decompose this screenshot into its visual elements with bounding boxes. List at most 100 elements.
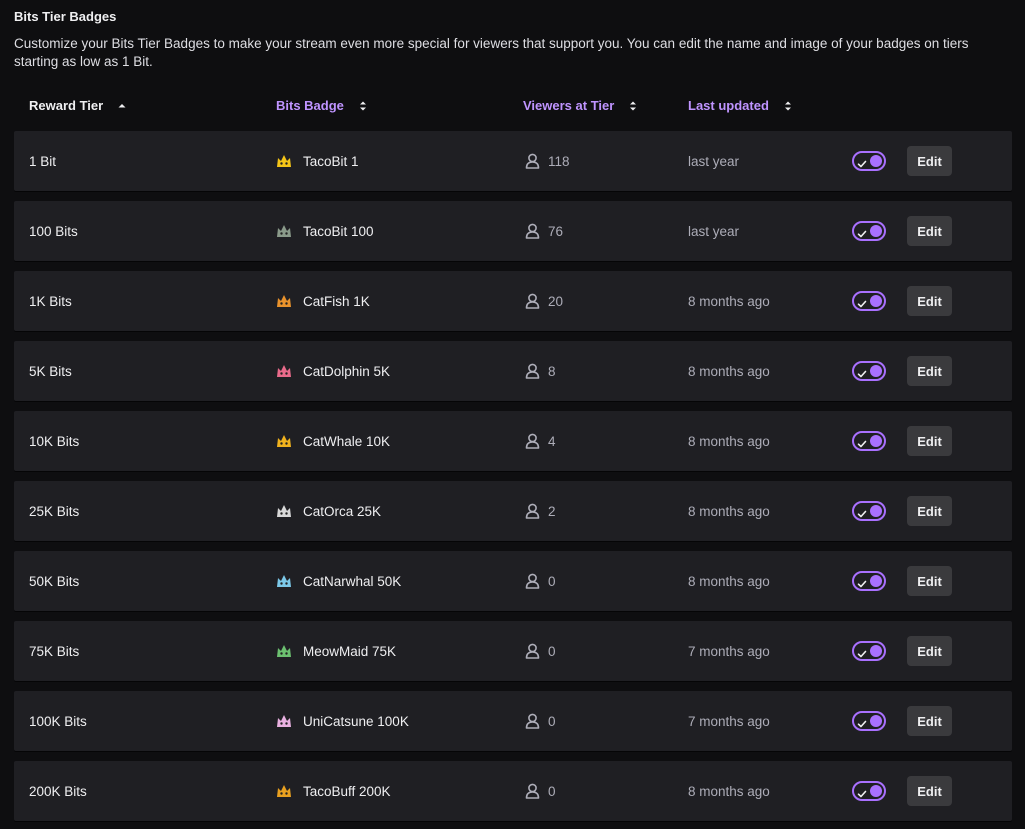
viewer-count: 8 [548,363,556,379]
edit-button[interactable]: Edit [907,146,952,176]
toggle-knob [870,715,882,727]
last-updated-cell: 7 months ago [688,713,770,729]
cat-dolphin-badge-icon [275,362,293,380]
column-header-last-updated[interactable]: Last updated [688,98,793,113]
reward-tier-cell: 5K Bits [29,363,72,379]
badge-enabled-toggle[interactable] [852,151,886,171]
last-updated-cell: 8 months ago [688,783,770,799]
viewer-count: 0 [548,643,556,659]
edit-button[interactable]: Edit [907,216,952,246]
bits-badge-cell: MeowMaid 75K [275,621,396,681]
last-updated-cell: 7 months ago [688,643,770,659]
badge-name: CatOrca 25K [303,503,382,519]
badge-name: TacoBuff 200K [303,783,391,799]
edit-button[interactable]: Edit [907,776,952,806]
table-row: 75K Bits MeowMaid 75K 0 7 months ago Edi… [14,621,1012,681]
toggle-knob [870,225,882,237]
table-row: 100 Bits TacoBit 100 76 last year Edit [14,201,1012,261]
badge-name: CatNarwhal 50K [303,573,402,589]
badge-enabled-toggle[interactable] [852,501,886,521]
toggle-knob [870,575,882,587]
reward-tier-cell: 75K Bits [29,643,80,659]
table-row: 10K Bits CatWhale 10K 4 8 months ago Edi… [14,411,1012,471]
column-label-viewers-at-tier: Viewers at Tier [523,98,615,113]
user-icon [525,573,540,589]
badge-name: TacoBit 100 [303,223,374,239]
reward-tier-cell: 1K Bits [29,293,72,309]
badge-enabled-toggle[interactable] [852,221,886,241]
last-updated-cell: last year [688,223,740,239]
column-label-bits-badge: Bits Badge [276,98,344,113]
viewers-cell: 118 [525,131,570,191]
edit-button[interactable]: Edit [907,566,952,596]
column-header-reward-tier[interactable]: Reward Tier [29,98,127,113]
viewers-cell: 20 [525,271,563,331]
sort-ascending-icon [117,99,127,113]
badge-name: MeowMaid 75K [303,643,397,659]
reward-tier-cell: 100 Bits [29,223,78,239]
checkmark-icon [857,576,867,588]
bits-badge-cell: TacoBit 1 [275,131,359,191]
edit-button[interactable]: Edit [907,426,952,456]
toggle-knob [870,785,882,797]
bits-badge-cell: CatNarwhal 50K [275,551,401,611]
viewers-cell: 0 [525,621,556,681]
unicatsune-badge-icon [275,712,293,730]
edit-button[interactable]: Edit [907,496,952,526]
sort-icon [358,99,368,113]
badge-name: CatDolphin 5K [303,363,391,379]
badge-enabled-toggle[interactable] [852,361,886,381]
bits-badge-cell: CatFish 1K [275,271,370,331]
last-updated-cell: 8 months ago [688,503,770,519]
viewer-count: 0 [548,573,556,589]
taco-badge-icon [275,222,293,240]
badge-enabled-toggle[interactable] [852,711,886,731]
badge-name: CatWhale 10K [303,433,391,449]
checkmark-icon [857,226,867,238]
badge-name: TacoBit 1 [303,153,359,169]
toggle-knob [870,155,882,167]
checkmark-icon [857,296,867,308]
table-row: 50K Bits CatNarwhal 50K 0 8 months ago E… [14,551,1012,611]
last-updated-cell: 8 months ago [688,293,770,309]
reward-tier-cell: 10K Bits [29,433,80,449]
user-icon [525,433,540,449]
toggle-knob [870,295,882,307]
cat-orca-badge-icon [275,502,293,520]
badge-enabled-toggle[interactable] [852,641,886,661]
taco-buff-badge-icon [275,782,293,800]
bits-badge-cell: TacoBuff 200K [275,761,391,821]
edit-button[interactable]: Edit [907,636,952,666]
table-row: 1 Bit TacoBit 1 118 last year Edit [14,131,1012,191]
badge-enabled-toggle[interactable] [852,571,886,591]
reward-tier-cell: 100K Bits [29,713,87,729]
edit-button[interactable]: Edit [907,356,952,386]
edit-button[interactable]: Edit [907,286,952,316]
cat-fish-badge-icon [275,292,293,310]
column-header-viewers-at-tier[interactable]: Viewers at Tier [523,98,638,113]
cat-narwhal-badge-icon [275,572,293,590]
badge-enabled-toggle[interactable] [852,291,886,311]
viewers-cell: 0 [525,551,556,611]
taco-badge-icon [275,152,293,170]
last-updated-cell: 8 months ago [688,573,770,589]
user-icon [525,643,540,659]
viewers-cell: 0 [525,761,556,821]
viewer-count: 20 [548,293,564,309]
bits-badge-cell: CatDolphin 5K [275,341,390,401]
user-icon [525,783,540,799]
last-updated-cell: last year [688,153,740,169]
table-row: 200K Bits TacoBuff 200K 0 8 months ago E… [14,761,1012,821]
edit-button[interactable]: Edit [907,706,952,736]
table-row: 25K Bits CatOrca 25K 2 8 months ago Edit [14,481,1012,541]
badge-name: CatFish 1K [303,293,370,309]
badge-enabled-toggle[interactable] [852,781,886,801]
column-header-bits-badge[interactable]: Bits Badge [276,98,368,113]
sort-icon [628,99,638,113]
viewer-count: 4 [548,433,556,449]
section-title: Bits Tier Badges [14,9,117,24]
column-label-last-updated: Last updated [688,98,769,113]
cat-whale-badge-icon [275,432,293,450]
badge-enabled-toggle[interactable] [852,431,886,451]
viewers-cell: 0 [525,691,556,751]
